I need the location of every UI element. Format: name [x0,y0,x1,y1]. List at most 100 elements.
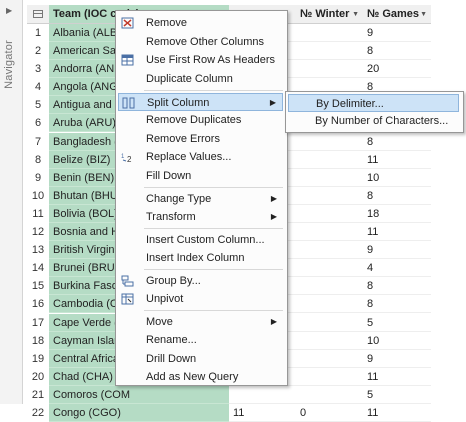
cell-summer[interactable] [229,386,296,404]
cell-winter[interactable] [296,350,363,368]
cell-winter[interactable] [296,295,363,314]
menu-item-transform[interactable]: Transform ▶ [118,208,283,226]
menu-item-group-by[interactable]: Group By... [118,272,283,290]
cell-games[interactable]: 4 [363,259,431,278]
cell-winter[interactable] [296,368,363,386]
menu-item-insert-custom-column[interactable]: Insert Custom Column... [118,231,283,249]
cell-winter[interactable] [296,314,363,332]
row-index: 17 [31,316,45,329]
split-column-submenu: By Delimiter... By Number of Characters.… [285,91,464,133]
menu-item-by-delimiter[interactable]: By Delimiter... [288,94,459,112]
menu-item-remove-other-columns[interactable]: Remove Other Columns [118,33,283,51]
split-column-icon [122,97,135,108]
cell-games[interactable]: 20 [363,60,431,79]
menu-item-use-first-row-as-headers[interactable]: Use First Row As Headers [118,51,283,69]
cell-games[interactable]: 8 [363,295,431,314]
cell-winter[interactable] [296,151,363,169]
cell-games[interactable]: 8 [363,42,431,61]
menu-item-change-type[interactable]: Change Type ▶ [118,190,283,208]
replace-values-icon: 12 [121,154,132,163]
row-index: 18 [31,334,45,347]
menu-item-by-number-of-characters[interactable]: By Number of Characters... [288,112,459,130]
cell-games[interactable]: 5 [363,386,431,404]
menu-item-label: Remove Errors [146,132,220,145]
menu-item-label: Duplicate Column [146,72,233,85]
cell-winter[interactable] [296,60,363,79]
cell-games[interactable]: 11 [363,223,431,242]
row-index: 20 [31,370,45,383]
cell-summer[interactable]: 11 [229,404,296,422]
menu-item-remove-errors[interactable]: Remove Errors [118,130,283,148]
cell-games[interactable]: 18 [363,205,431,223]
menu-item-label: Unpivot [146,293,184,305]
menu-item-replace-values[interactable]: 12 Replace Values... [118,148,283,166]
cell-winter[interactable]: 0 [296,404,363,422]
menu-item-remove-duplicates[interactable]: Remove Duplicates [118,111,283,129]
cell-winter[interactable] [296,332,363,350]
cell-winter[interactable] [296,277,363,296]
cell-games[interactable]: 10 [363,169,431,187]
cell-winter[interactable] [296,133,363,151]
table-row[interactable]: 21 Comoros (COM 5 [27,385,431,404]
table-menu-button[interactable] [27,5,49,24]
cell-winter[interactable] [296,241,363,260]
cell-winter[interactable] [296,259,363,278]
menu-item-fill-down[interactable]: Fill Down [118,167,283,185]
cell-games[interactable]: 8 [363,133,431,151]
cell-team[interactable]: Comoros (COM [49,385,229,404]
cell-winter[interactable] [296,24,363,42]
menu-item-rename[interactable]: Rename... [118,331,283,349]
cell-winter[interactable] [296,187,363,205]
menu-item-drill-down[interactable]: Drill Down [118,350,283,368]
filter-dropdown-icon[interactable]: ▼ [420,5,427,24]
menu-item-insert-index-column[interactable]: Insert Index Column [118,249,283,267]
cell-games[interactable]: 5 [363,314,431,332]
cell-winter[interactable] [296,42,363,61]
filter-dropdown-icon[interactable]: ▼ [352,5,359,24]
menu-item-remove[interactable]: Remove [118,14,283,32]
cell-winter[interactable] [296,169,363,187]
cell-team[interactable]: Congo (CGO) [49,403,229,422]
menu-item-split-column[interactable]: Split Column ▶ [118,92,283,111]
menu-item-duplicate-column[interactable]: Duplicate Column [118,70,283,88]
cell-games[interactable]: 11 [363,404,431,422]
row-index: 16 [31,298,45,311]
cell-winter[interactable] [296,223,363,242]
cell-games[interactable]: 11 [363,368,431,386]
svg-text:2: 2 [127,155,132,163]
column-header-winter[interactable]: № Winter ▼ [296,5,363,24]
menu-separator [144,187,283,188]
navigator-panel[interactable]: ▶ Navigator [0,0,23,404]
table-row[interactable]: 22 Congo (CGO) 11 0 11 [27,403,431,422]
column-header-label: № Games [367,8,420,20]
menu-item-label: Split Column [147,96,210,109]
column-header-games[interactable]: № Games ▼ [363,5,431,24]
cell-games[interactable]: 9 [363,24,431,42]
row-index: 7 [34,135,42,148]
cell-winter[interactable] [296,386,363,404]
menu-item-add-as-new-query[interactable]: Add as New Query [118,368,283,386]
cell-games[interactable]: 8 [363,187,431,205]
cell-games[interactable]: 9 [363,350,431,368]
menu-item-label: Insert Custom Column... [146,233,265,246]
submenu-arrow-icon: ▶ [270,212,277,221]
menu-item-label: Remove [146,17,187,29]
menu-separator [144,269,283,270]
cell-games[interactable]: 10 [363,332,431,350]
cell-winter[interactable] [296,205,363,223]
row-index: 2 [34,45,42,58]
menu-item-label: Move [146,315,173,328]
menu-item-label: By Delimiter... [316,98,384,110]
expand-navigator-icon[interactable]: ▶ [6,6,12,15]
row-index: 13 [31,244,45,257]
row-index: 1 [34,27,42,39]
menu-item-unpivot[interactable]: Unpivot [118,290,283,308]
menu-item-label: Add as New Query [146,371,239,383]
cell-games[interactable]: 8 [363,277,431,296]
menu-item-label: Rename... [146,334,197,346]
cell-games[interactable]: 9 [363,241,431,260]
menu-item-label: Remove Duplicates [146,114,242,126]
cell-games[interactable]: 11 [363,151,431,169]
menu-item-move[interactable]: Move ▶ [118,313,283,331]
remove-column-icon [121,17,134,29]
